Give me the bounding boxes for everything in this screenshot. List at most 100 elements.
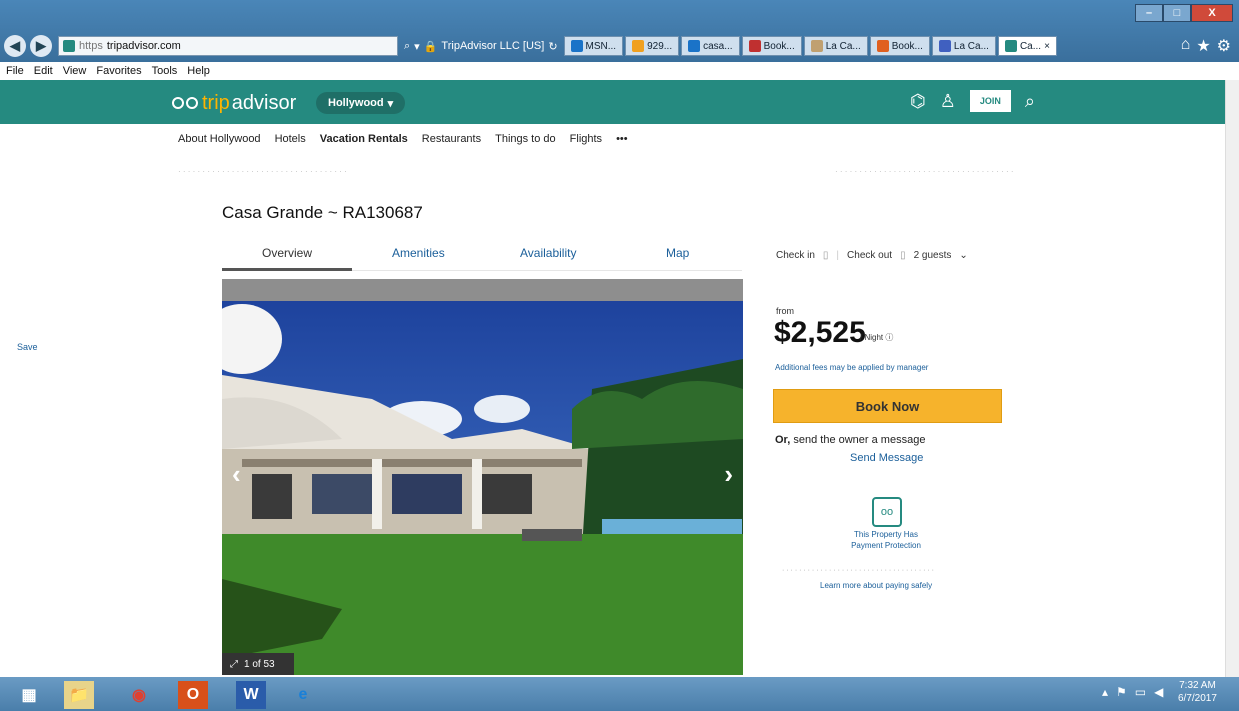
tripadvisor-logo[interactable]: trip advisor — [172, 92, 296, 115]
calendar-icon[interactable]: ▯ — [900, 250, 906, 261]
nav-item[interactable]: About Hollywood — [178, 133, 261, 145]
nightly-price: $2,525 — [774, 316, 866, 349]
browser-tab[interactable]: Book... — [741, 36, 802, 56]
nav-item[interactable]: Things to do — [495, 133, 556, 145]
browser-toolbar: ◀ ▶ https tripadvisor.com ⌕ ▾ 🔒 TripAdvi… — [0, 32, 1239, 60]
file-explorer-icon[interactable]: 📁 — [64, 681, 94, 709]
photo-counter-text: 1 of 53 — [244, 658, 275, 670]
calendar-icon[interactable]: ▯ — [823, 250, 829, 261]
listing-photo[interactable]: ‹ › ⤢ 1 of 53 — [222, 279, 743, 675]
menu-item[interactable]: Tools — [152, 65, 178, 77]
tab-favicon-icon — [938, 40, 951, 52]
tab-amenities[interactable]: Amenities — [392, 246, 445, 260]
or-text: send the owner a message — [793, 434, 926, 446]
internet-explorer-icon[interactable]: e — [288, 681, 318, 709]
clock-time: 7:32 AM — [1179, 680, 1216, 691]
user-icon[interactable]: ♙ — [940, 91, 956, 112]
price-from-label: from — [776, 306, 794, 316]
system-clock[interactable]: 7:32 AM 6/7/2017 — [1178, 679, 1217, 705]
browser-tab-label: MSN... — [585, 40, 617, 52]
photo-counter[interactable]: ⤢ 1 of 53 — [222, 653, 294, 675]
home-icon[interactable]: ⌂ — [1181, 36, 1191, 56]
menu-item[interactable]: Edit — [34, 65, 53, 77]
browser-tab[interactable]: Ca... × — [997, 36, 1057, 56]
browser-tab-label: casa... — [703, 40, 733, 52]
tab-favicon-icon — [688, 40, 701, 52]
favorites-star-icon[interactable]: ★ — [1196, 36, 1210, 56]
wire-transfer-note: · · · · · · · · · · · · · · · · · · · · … — [782, 567, 934, 574]
check-out-field[interactable]: Check out — [847, 250, 892, 261]
chrome-icon[interactable]: ◉ — [124, 681, 154, 709]
expand-icon: ⤢ — [230, 658, 238, 670]
search-icon[interactable]: ⌕ — [1025, 91, 1035, 112]
location-selector[interactable]: Hollywood ▾ — [316, 92, 406, 114]
page-scrollbar[interactable] — [1225, 80, 1239, 677]
maximize-button[interactable]: □ — [1163, 4, 1191, 22]
nav-item[interactable]: Flights — [570, 133, 602, 145]
forward-arrow-icon[interactable]: ▶ — [30, 35, 52, 57]
menu-item[interactable]: Favorites — [96, 65, 141, 77]
browser-tab[interactable]: La Ca... — [931, 36, 996, 56]
minimize-button[interactable]: – — [1135, 4, 1163, 22]
volume-icon[interactable]: ◀ — [1154, 685, 1163, 699]
back-arrow-icon[interactable]: ◀ — [4, 35, 26, 57]
clock-date: 6/7/2017 — [1178, 693, 1217, 704]
protection-line-1: This Property Has — [853, 530, 919, 539]
guests-selector[interactable]: 2 guests — [914, 250, 952, 261]
browser-tab-label: Book... — [891, 40, 923, 52]
next-arrow-icon[interactable]: › — [724, 459, 733, 490]
help-icon[interactable]: ⓘ — [885, 333, 893, 342]
menu-item[interactable]: Help — [187, 65, 210, 77]
address-tools: ⌕ ▾ 🔒 TripAdvisor LLC [US] ↻ — [404, 40, 558, 53]
site-identity[interactable]: TripAdvisor LLC [US] — [441, 40, 544, 52]
send-message-link[interactable]: Send Message — [850, 452, 923, 464]
browser-tab[interactable]: La Ca... — [803, 36, 868, 56]
refresh-icon[interactable]: ↻ — [548, 40, 557, 53]
breadcrumb: · · · · · · · · · · · · · · · · · · · · … — [178, 167, 347, 176]
suitcase-icon[interactable]: ⌬ — [910, 91, 926, 112]
word-icon[interactable]: W — [236, 681, 266, 709]
menu-item[interactable]: View — [63, 65, 87, 77]
chevron-down-icon[interactable]: ▾ — [414, 40, 420, 53]
menu-item[interactable]: File — [6, 65, 24, 77]
check-in-field[interactable]: Check in — [776, 250, 815, 261]
tab-availability[interactable]: Availability — [520, 246, 576, 260]
chevron-down-icon[interactable]: ⌄ — [959, 250, 967, 261]
nav-item[interactable]: Hotels — [275, 133, 306, 145]
menu-bar: File Edit View Favorites Tools Help — [0, 62, 1239, 80]
browser-tab[interactable]: MSN... — [563, 36, 624, 56]
browser-tab[interactable]: Book... — [869, 36, 930, 56]
join-button[interactable]: JOIN — [969, 90, 1011, 112]
settings-gear-icon[interactable]: ⚙ — [1217, 36, 1231, 56]
book-now-button[interactable]: Book Now — [773, 389, 1002, 423]
browser-tab[interactable]: casa... — [681, 36, 740, 56]
logo-trip-text: trip — [202, 92, 230, 114]
network-icon[interactable]: ▭ — [1135, 685, 1146, 699]
chevron-up-icon[interactable]: ▴ — [1102, 685, 1108, 699]
save-link[interactable]: Save — [17, 342, 38, 352]
close-tab-icon[interactable]: × — [1044, 41, 1050, 52]
nav-item[interactable]: Vacation Rentals — [320, 133, 408, 145]
browser-tab-label: Ca... — [1019, 40, 1042, 52]
notification-flag-icon[interactable]: ⚑ — [1116, 685, 1127, 699]
browser-tab-label: La Ca... — [953, 40, 989, 52]
per-night-text: / Night — [860, 333, 884, 342]
tab-overview[interactable]: Overview — [262, 246, 312, 260]
protection-line-2: Payment Protection — [851, 541, 921, 550]
nav-item[interactable]: Restaurants — [422, 133, 481, 145]
address-bar[interactable]: https tripadvisor.com — [58, 36, 398, 56]
nav-item[interactable]: ••• — [616, 133, 628, 145]
outlook-icon[interactable]: O — [178, 681, 208, 709]
tab-favicon-icon — [570, 40, 583, 52]
fees-note[interactable]: Additional fees may be applied by manage… — [775, 363, 928, 372]
close-button[interactable]: X — [1191, 4, 1233, 22]
owl-logo-icon — [172, 96, 200, 111]
chevron-down-icon: ▾ — [387, 97, 394, 110]
search-icon[interactable]: ⌕ — [404, 40, 410, 53]
tab-favicon-icon — [810, 40, 823, 52]
start-button-icon[interactable]: ▦ — [14, 681, 44, 709]
previous-arrow-icon[interactable]: ‹ — [232, 459, 241, 490]
browser-tab[interactable]: 929... — [625, 36, 680, 56]
learn-more-link[interactable]: Learn more about paying safely — [820, 581, 932, 590]
tab-map[interactable]: Map — [666, 246, 689, 260]
